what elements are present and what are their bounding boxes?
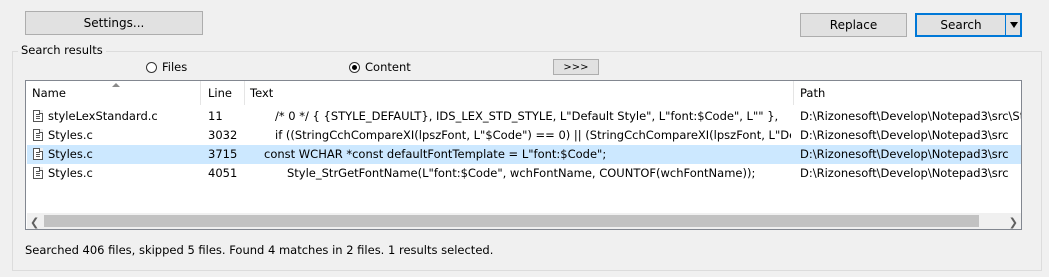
status-text: Searched 406 files, skipped 5 files. Fou… [25, 243, 494, 257]
content-radio[interactable]: Content [349, 60, 411, 74]
row-text: if ((StringCchCompareXI(lpszFont, L"$Cod… [275, 128, 791, 142]
search-dropdown-arrow[interactable] [1005, 14, 1021, 36]
horizontal-scrollbar[interactable]: ❮ ❯ [27, 213, 1021, 229]
row-path: D:\Rizonesoft\Develop\Notepad3\src [800, 166, 1009, 180]
chevron-down-icon [1009, 22, 1018, 28]
row-line: 3032 [208, 128, 238, 142]
radio-off-icon [146, 61, 157, 73]
row-name: styleLexStandard.c [48, 109, 158, 123]
table-row[interactable]: Styles.c 4051 Style_StrGetFontName(L"fon… [27, 164, 1021, 183]
file-icon [33, 167, 43, 179]
table-row[interactable]: Styles.c 3032 if ((StringCchCompareXI(lp… [27, 126, 1021, 145]
column-header-path-label: Path [800, 86, 826, 100]
search-results-title: Search results [18, 43, 106, 57]
file-icon [33, 110, 43, 122]
column-separator[interactable] [793, 81, 794, 105]
scrollbar-thumb[interactable] [44, 215, 979, 227]
settings-button[interactable]: Settings... [25, 11, 203, 35]
column-header-name-label: Name [32, 86, 66, 100]
row-text: const WCHAR *const defaultFontTemplate =… [264, 147, 607, 161]
row-text: /* 0 */ { {STYLE_DEFAULT}, IDS_LEX_STD_S… [275, 109, 779, 123]
scroll-left-icon[interactable]: ❮ [30, 216, 39, 229]
row-name: Styles.c [48, 128, 93, 142]
file-icon [33, 129, 43, 141]
search-button-label: Search [940, 18, 982, 32]
row-line: 4051 [208, 166, 238, 180]
file-icon [33, 148, 43, 160]
search-button[interactable]: Search [915, 13, 1022, 37]
column-header-line-label: Line [208, 86, 232, 100]
column-separator[interactable] [200, 81, 201, 105]
replace-button[interactable]: Replace [800, 13, 907, 37]
column-separator[interactable] [244, 81, 245, 105]
expand-button[interactable]: >>> [553, 59, 599, 75]
row-path: D:\Rizonesoft\Develop\Notepad3\src [800, 147, 1009, 161]
files-radio-label: Files [162, 60, 188, 74]
row-path: D:\Rizonesoft\Develop\Notepad3\src\Style [800, 109, 1021, 123]
content-radio-label: Content [365, 60, 411, 74]
row-line: 3715 [208, 147, 238, 161]
row-name: Styles.c [48, 147, 93, 161]
table-row-selected[interactable]: Styles.c 3715 const WCHAR *const default… [27, 145, 1021, 164]
sort-ascending-icon [112, 83, 120, 87]
row-name: Styles.c [48, 166, 93, 180]
row-line: 11 [208, 109, 223, 123]
column-header-path[interactable]: Path [800, 81, 1020, 105]
row-path: D:\Rizonesoft\Develop\Notepad3\src [800, 128, 1009, 142]
files-radio[interactable]: Files [146, 60, 187, 74]
column-header-line[interactable]: Line [208, 81, 248, 105]
scroll-right-icon[interactable]: ❯ [1009, 216, 1018, 229]
row-text: Style_StrGetFontName(L"font:$Code", wchF… [287, 166, 756, 180]
column-header-text-label: Text [250, 86, 274, 100]
results-list[interactable]: Name Line Text Path styleLexStandard.c 1… [25, 80, 1022, 230]
table-row[interactable]: styleLexStandard.c 11 /* 0 */ { {STYLE_D… [27, 107, 1021, 126]
column-header-text[interactable]: Text [250, 81, 790, 105]
radio-on-icon [349, 61, 360, 73]
